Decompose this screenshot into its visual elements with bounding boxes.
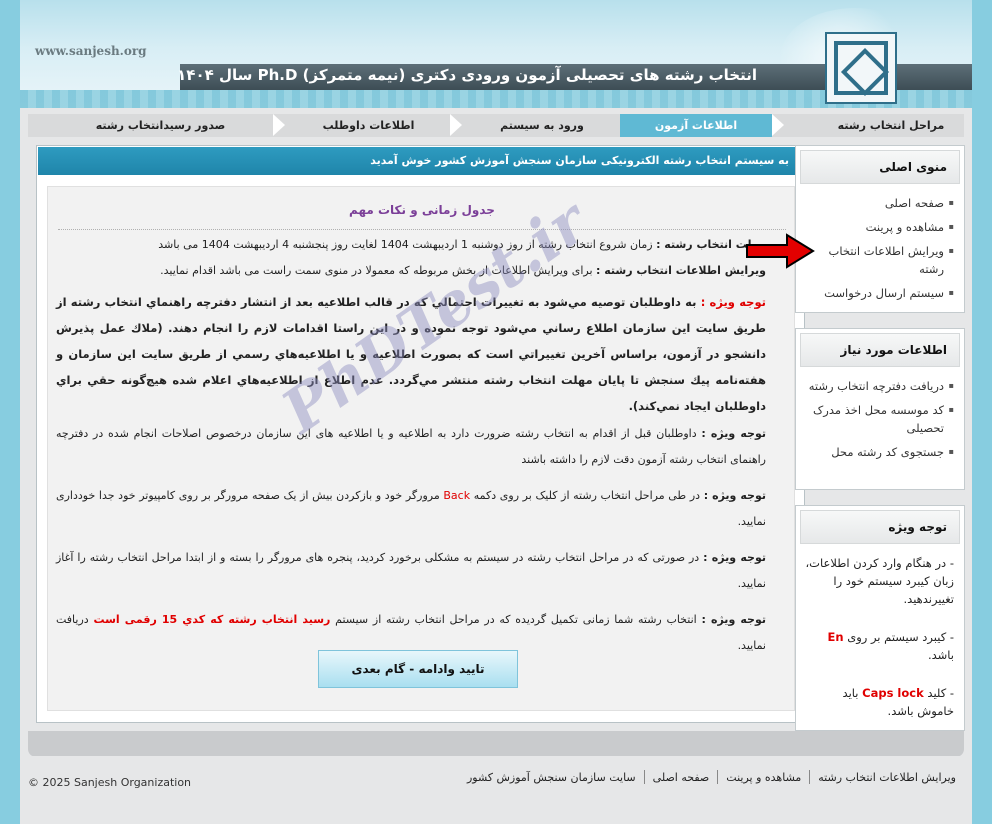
divider [58,229,786,230]
page: www.sanjesh.org انتخاب رشته های تحصیلی آ… [20,0,972,824]
site-url[interactable]: www.sanjesh.org [35,44,147,58]
step-exam-info[interactable]: اطلاعات آزمون [620,114,772,137]
footer-separator [643,770,645,784]
main-menu-title: منوی اصلی [800,150,960,184]
note-paragraph-1: توجه ویژه : به داوطلبان توصيه مي‌شود به … [56,289,766,419]
link-download-booklet[interactable]: دریافت دفترچه انتخاب رشته [802,377,954,395]
caps-lock-keyword: Caps lock [862,686,924,700]
link-search-field-code[interactable]: جستجوی کد رشته محل [802,443,954,461]
note4-text: در صورتی که در مراحل انتخاب رشته در سیست… [56,551,766,590]
note2-text: داوطلبان قبل از اقدام به انتخاب رشته ضرو… [56,427,766,466]
special-notice-box: توجه ویژه - در هنگام وارد کردن اطلاعات، … [795,505,965,731]
note-paragraph-4: توجه ویژه : در صورتی که در مراحل انتخاب … [56,545,766,597]
needed-info-list: دریافت دفترچه انتخاب رشته کد موسسه محل ا… [796,371,964,471]
edit-label: ویرایش اطلاعات انتخاب رشته : [596,264,766,277]
edit-text: برای ویرایش اطلاعات از بخش مربوطه که معم… [160,264,597,277]
note-label: توجه ویژه : [701,613,766,626]
site-header: www.sanjesh.org انتخاب رشته های تحصیلی آ… [20,0,972,108]
deadline-paragraph: مهلت انتخاب رشته : زمان شروع انتخاب رشته… [56,237,766,253]
edit-paragraph: ویرایش اطلاعات انتخاب رشته : برای ویرایش… [56,263,766,279]
content-bottom-strip [28,731,964,757]
note1-text: به داوطلبان توصيه مي‌شود به تغييرات احتم… [56,295,766,413]
red-arrow-icon [746,233,815,269]
special-notice-title: توجه ویژه [800,510,960,544]
main-menu-box: منوی اصلی صفحه اصلی مشاهده و پرینت ویرای… [795,145,965,313]
note-label: توجه ویژه : [701,427,766,440]
footer-links: ویرایش اطلاعات انتخاب رشته مشاهده و پرین… [467,770,956,784]
link-institute-code[interactable]: کد موسسه محل اخذ مدرک تحصیلی [802,401,954,437]
menu-item-edit-selection[interactable]: ویرایش اطلاعات انتخاب رشته [802,242,954,278]
main-menu-list: صفحه اصلی مشاهده و پرینت ویرایش اطلاعات … [796,188,964,312]
footer-separator [809,770,811,784]
steps-nav: مراحل انتخاب رشته اطلاعات آزمون ورود به … [28,114,964,137]
step-selection-stages[interactable]: مراحل انتخاب رشته [818,114,964,137]
note-label: توجه ویژه : [703,551,766,564]
copyright: © 2025 Sanjesh Organization [28,776,192,789]
page-title: انتخاب رشته های تحصیلی آزمون ورودی دکتری… [177,66,757,84]
chevron-icon [450,114,464,137]
welcome-banner: به سیستم انتخاب رشته الکترونیکی سازمان س… [38,147,803,175]
notice-keyboard-en: - کیبرد سیستم بر روی En باشد. [827,630,955,662]
menu-item-home[interactable]: صفحه اصلی [802,194,954,212]
note-label: توجه ویژه : [703,489,766,502]
notice-keyboard-language: - در هنگام وارد کردن اطلاعات، زبان کیبرد… [805,556,954,606]
footer-link-edit[interactable]: ویرایش اطلاعات انتخاب رشته [818,771,956,784]
step-applicant-info[interactable]: اطلاعات داوطلب [287,114,450,137]
next-step-button[interactable]: تایید وادامه - گام بعدی [318,650,518,688]
en-keyword: En [827,630,844,644]
receipt-code-note: رسيد انتخاب رشته كه كدي 15 رقمی است [93,613,331,626]
back-keyword: Back [443,489,471,502]
footer-link-sanjesh-site[interactable]: سایت سازمان سنجش آموزش کشور [467,771,636,784]
needed-info-box: اطلاعات مورد نیاز دریافت دفترچه انتخاب ر… [795,328,965,490]
menu-item-view-print[interactable]: مشاهده و پرینت [802,218,954,236]
chevron-icon [772,114,786,137]
chevron-icon [273,114,287,137]
footer [20,756,972,824]
footer-link-home[interactable]: صفحه اصلی [653,771,710,784]
note-label: توجه ویژه : [700,295,766,309]
needed-info-title: اطلاعات مورد نیاز [800,333,960,367]
deadline-text: زمان شروع انتخاب رشته از روز دوشنبه 1 ار… [158,238,657,251]
special-notice-text: - در هنگام وارد کردن اطلاعات، زبان کیبرد… [796,548,964,746]
note-paragraph-2: توجه ویژه : داوطلبان قبل از اقدام به انت… [56,421,766,473]
note5-text-a: انتخاب رشته شما زمانی تکمیل گردیده که در… [330,613,702,626]
step-receipt[interactable]: صدور رسیدانتخاب رشته [48,114,273,137]
main-panel: به سیستم انتخاب رشته الکترونیکی سازمان س… [36,145,805,723]
section-title: جدول زمانی و نکات مهم [349,203,495,217]
notice-caps-lock: - کلید Caps lock باید خاموش باشد. [842,686,954,718]
footer-separator [717,770,719,784]
note-paragraph-3: توجه ویژه : در طی مراحل انتخاب رشته از ک… [56,483,766,535]
info-content: مهلت انتخاب رشته : زمان شروع انتخاب رشته… [56,237,766,669]
menu-item-request-system[interactable]: سیستم ارسال درخواست [802,284,954,302]
note3-text-a: در طی مراحل انتخاب رشته از کلیک بر روی د… [470,489,704,502]
sanjesh-logo-icon [825,32,897,104]
info-box: جدول زمانی و نکات مهم مهلت انتخاب رشته :… [47,186,795,711]
step-login[interactable]: ورود به سیستم [464,114,620,137]
footer-link-view-print[interactable]: مشاهده و پرینت [726,771,801,784]
